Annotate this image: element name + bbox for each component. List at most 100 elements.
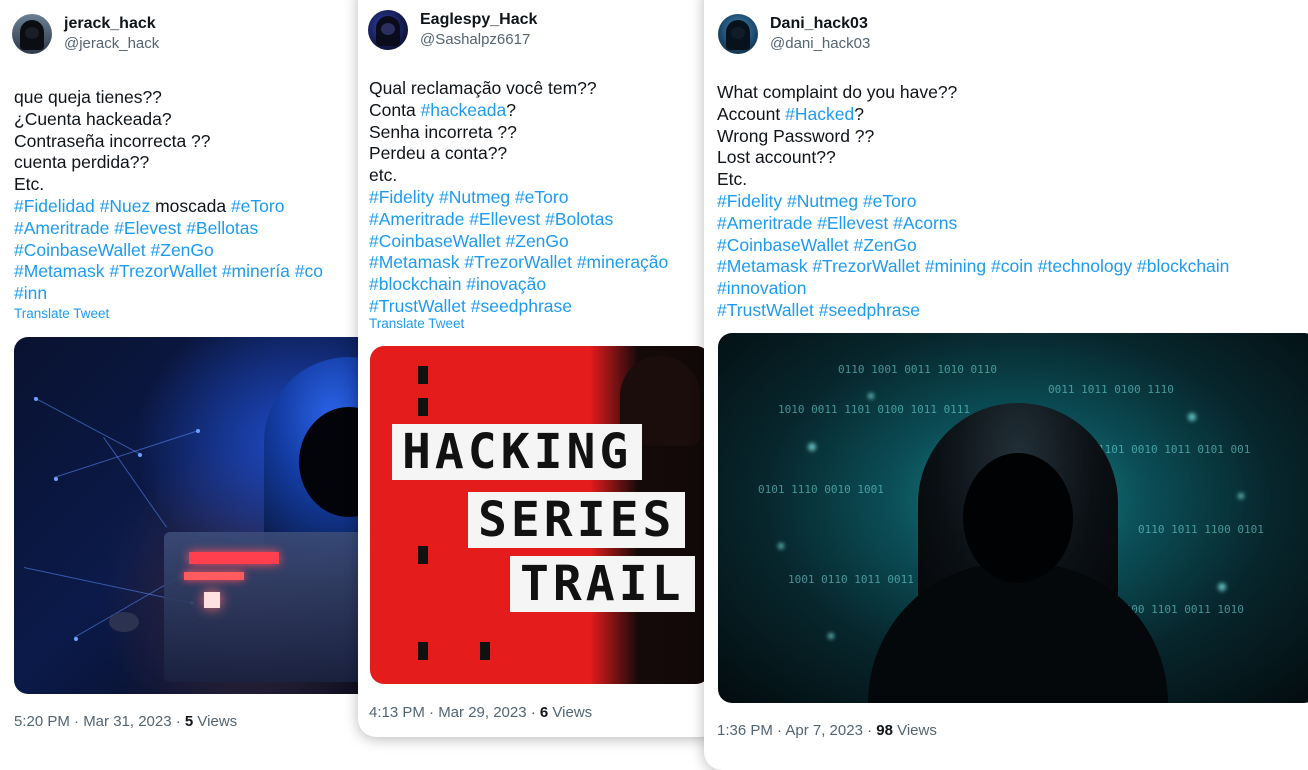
hashtag-link[interactable]: #Ameritrade xyxy=(369,209,464,229)
translate-tweet-link[interactable]: Translate Tweet xyxy=(369,316,464,331)
tweet-text-segment: Etc. xyxy=(717,169,748,190)
hashtag-link[interactable]: #Ellevest xyxy=(817,213,888,233)
tweet-header: Dani_hack03 @dani_hack03 xyxy=(718,14,870,54)
tweet-time[interactable]: 5:20 PM · Mar 31, 2023 · xyxy=(14,713,185,730)
hashtag-link[interactable]: #CoinbaseWallet xyxy=(369,231,501,251)
tweet-text: Qual reclamação você tem?? Conta #hackea… xyxy=(369,78,668,318)
hashtag-link[interactable]: #CoinbaseWallet xyxy=(14,240,146,260)
hashtag-link[interactable]: #minería xyxy=(222,261,290,281)
hashtag-link[interactable]: #technology xyxy=(1038,256,1132,276)
tweet-text-line: #blockchain #inovação xyxy=(369,274,668,296)
hashtag-link[interactable]: #Nutmeg xyxy=(787,191,858,211)
tweet-text-segment: Contraseña incorrecta ?? xyxy=(14,130,211,151)
tweet-text-segment: Lost account?? xyxy=(717,147,836,168)
media-text-series: SERIES xyxy=(468,492,686,548)
hashtag-link[interactable]: #TrezorWallet xyxy=(812,256,920,276)
tweet-text-line: etc. xyxy=(369,165,668,187)
tweet-media-hooded-figure-binary[interactable]: 0110 1001 0011 1010 0110 1010 0011 1101 … xyxy=(718,333,1308,703)
tweet-card-dani-hack03[interactable]: Dani_hack03 @dani_hack03 What complaint … xyxy=(704,0,1308,770)
translate-tweet-link[interactable]: Translate Tweet xyxy=(14,306,109,321)
tweet-text-line: que queja tienes?? xyxy=(14,87,323,109)
hashtag-link[interactable]: #ZenGo xyxy=(151,240,214,260)
display-name[interactable]: Dani_hack03 xyxy=(770,14,870,34)
tweet-text-line: Perdeu a conta?? xyxy=(369,143,668,165)
user-handle[interactable]: @jerack_hack xyxy=(64,34,159,54)
tweet-text-segment: Wrong Password ?? xyxy=(717,125,875,146)
tweet-text-line: #CoinbaseWallet #ZenGo xyxy=(14,240,323,262)
tweet-text-segment: Conta xyxy=(369,99,421,120)
hashtag-link[interactable]: #Fidelity xyxy=(369,187,434,207)
views-label: Views xyxy=(548,704,593,721)
tweet-card-jerack-hack[interactable]: jerack_hack @jerack_hack que queja tiene… xyxy=(0,0,380,755)
tweet-text-segment: etc. xyxy=(369,165,398,186)
hashtag-link[interactable]: #seedphrase xyxy=(471,296,572,316)
hashtag-link[interactable]: #ZenGo xyxy=(506,231,569,251)
tweet-text-line: Qual reclamação você tem?? xyxy=(369,78,668,100)
hashtag-link[interactable]: #blockchain xyxy=(1137,256,1229,276)
hashtag-link[interactable]: #Bolotas xyxy=(545,209,613,229)
hashtag-link[interactable]: #eToro xyxy=(231,196,285,216)
hashtag-link[interactable]: #coin xyxy=(991,256,1033,276)
tweet-media-hacking-series-trailer[interactable]: HACKING SERIES TRAIL xyxy=(370,346,710,684)
hashtag-link[interactable]: #Acorns xyxy=(893,213,957,233)
hashtag-link[interactable]: #Nuez xyxy=(100,196,151,216)
hashtag-link[interactable]: #mineração xyxy=(577,252,668,272)
tweet-media-hooded-hacker-laptop[interactable] xyxy=(14,337,380,694)
hashtag-link[interactable]: #Metamask xyxy=(14,261,104,281)
avatar[interactable] xyxy=(12,14,52,54)
hashtag-link[interactable]: #CoinbaseWallet xyxy=(717,235,849,255)
hashtag-link[interactable]: #Ellevest xyxy=(469,209,540,229)
tweet-text-line: #innovation xyxy=(717,278,1229,300)
hashtag-link[interactable]: #Elevest xyxy=(114,218,181,238)
hashtag-link[interactable]: #eToro xyxy=(515,187,569,207)
hashtag-link[interactable]: #inovação xyxy=(466,274,546,294)
hashtag-link[interactable]: #TrustWallet xyxy=(717,300,814,320)
tweet-text-line: Wrong Password ?? xyxy=(717,126,1229,148)
tweet-text-segment: cuenta perdida?? xyxy=(14,152,150,173)
tweet-text-line: #Metamask #TrezorWallet #minería #co xyxy=(14,261,323,283)
hashtag-link[interactable]: #TrezorWallet xyxy=(109,261,217,281)
hashtag-link[interactable]: #blockchain xyxy=(369,274,461,294)
hashtag-link[interactable]: #Metamask xyxy=(369,252,459,272)
hashtag-link[interactable]: #co xyxy=(295,261,323,281)
user-handle[interactable]: @Sashalpz6617 xyxy=(420,30,537,50)
hashtag-link[interactable]: #Nutmeg xyxy=(439,187,510,207)
hashtag-link[interactable]: #Bellotas xyxy=(186,218,258,238)
hashtag-link[interactable]: #mining xyxy=(925,256,986,276)
tweet-text-line: #Metamask #TrezorWallet #mining #coin #t… xyxy=(717,256,1229,278)
view-count: 6 xyxy=(539,704,549,721)
tweet-timestamp-views: 5:20 PM · Mar 31, 2023 · 5 Views xyxy=(14,713,237,730)
tweet-text-line: Conta #hackeada? xyxy=(369,100,668,122)
tweet-text-line: #Ameritrade #Elevest #Bellotas xyxy=(14,218,323,240)
tweet-time[interactable]: 4:13 PM · Mar 29, 2023 · xyxy=(369,704,540,721)
hashtag-link[interactable]: #TrustWallet xyxy=(369,296,466,316)
hashtag-link[interactable]: #inn xyxy=(14,283,47,303)
hashtag-link[interactable]: #Fidelity xyxy=(717,191,782,211)
display-name[interactable]: jerack_hack xyxy=(64,14,159,34)
user-handle[interactable]: @dani_hack03 xyxy=(770,34,870,54)
hashtag-link[interactable]: #seedphrase xyxy=(819,300,920,320)
avatar[interactable] xyxy=(718,14,758,54)
tweet-text-line: cuenta perdida?? xyxy=(14,152,323,174)
avatar[interactable] xyxy=(368,10,408,50)
tweet-card-eaglespy-hack[interactable]: Eaglespy_Hack @Sashalpz6617 Qual reclama… xyxy=(358,0,720,737)
tweet-text-line: Account #Hacked? xyxy=(717,104,1229,126)
tweet-text-line: #Fidelity #Nutmeg #eToro xyxy=(369,187,668,209)
tweet-text-line: #Fidelity #Nutmeg #eToro xyxy=(717,191,1229,213)
hashtag-link[interactable]: #ZenGo xyxy=(854,235,917,255)
hashtag-link[interactable]: #Metamask xyxy=(717,256,807,276)
tweet-text-segment: ? xyxy=(506,99,516,120)
tweet-text-segment: moscada xyxy=(150,195,231,216)
tweet-time[interactable]: 1:36 PM · Apr 7, 2023 · xyxy=(717,722,876,739)
display-name[interactable]: Eaglespy_Hack xyxy=(420,10,537,30)
hashtag-link[interactable]: #Hacked xyxy=(785,104,854,124)
hashtag-link[interactable]: #Fidelidad xyxy=(14,196,95,216)
hashtag-link[interactable]: #Ameritrade xyxy=(14,218,109,238)
hashtag-link[interactable]: #hackeada xyxy=(421,100,507,120)
hashtag-link[interactable]: #Ameritrade xyxy=(717,213,812,233)
tweet-text-line: Contraseña incorrecta ?? xyxy=(14,131,323,153)
tweet-text: What complaint do you have?? Account #Hac… xyxy=(717,82,1229,322)
hashtag-link[interactable]: #eToro xyxy=(863,191,917,211)
hashtag-link[interactable]: #innovation xyxy=(717,278,807,298)
hashtag-link[interactable]: #TrezorWallet xyxy=(464,252,572,272)
